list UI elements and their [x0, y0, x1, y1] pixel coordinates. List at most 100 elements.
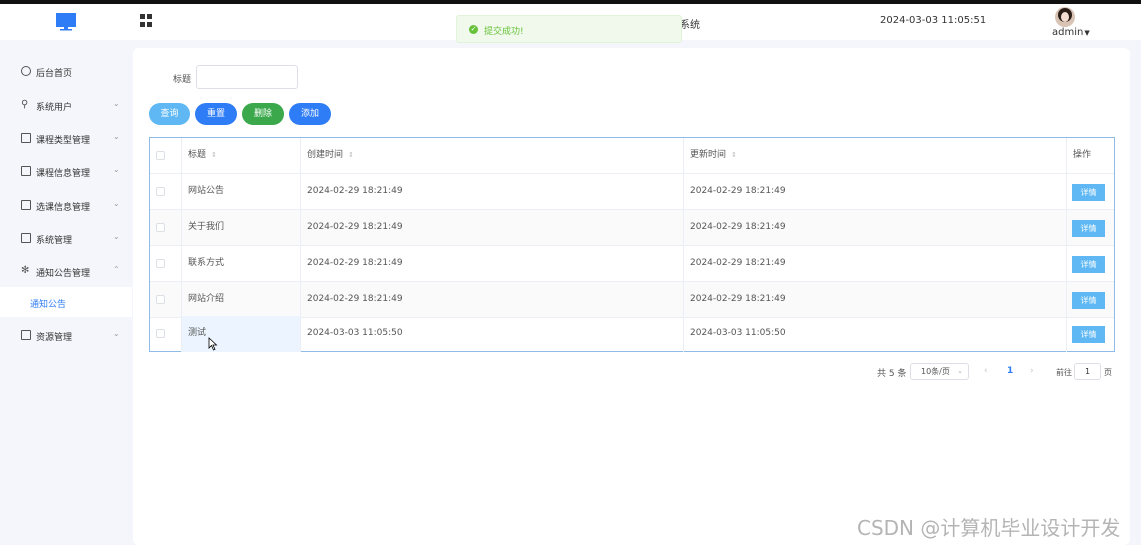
title-filter-label: 标题 [173, 75, 192, 85]
card-icon [21, 133, 31, 143]
user-icon: ⚲ [21, 99, 29, 110]
query-button[interactable]: 查询 [149, 103, 190, 125]
reset-button[interactable]: 重置 [195, 103, 237, 125]
sidebar-item-label: 课程信息管理 [36, 169, 91, 179]
check-circle-icon: ✓ [469, 25, 478, 34]
table-row[interactable]: 网站介绍 2024-02-29 18:21:49 2024-02-29 18:2… [150, 282, 1114, 318]
chevron-down-icon: ⌄ [113, 329, 120, 338]
detail-button[interactable]: 详情 [1072, 184, 1105, 201]
select-all-checkbox[interactable] [156, 151, 165, 160]
delete-button[interactable]: 删除 [242, 103, 284, 125]
system-title: 系统 [680, 20, 700, 31]
sidebar-subitem-announcement[interactable]: 通知公告 [0, 287, 132, 317]
cell-title: 网站公告 [182, 174, 301, 209]
announcement-table: 标题 ⇕ 创建时间 ⇕ 更新时间 ⇕ 操作 网站公告 2024-02-29 18:21… [149, 137, 1115, 352]
row-select-cell [150, 316, 182, 352]
chevron-down-icon: ⌄ [113, 165, 120, 174]
user-menu[interactable]: admin▼ [1052, 27, 1090, 38]
page-number-current[interactable]: 1 [1007, 366, 1013, 376]
column-header-updated[interactable]: 更新时间 ⇕ [684, 138, 1067, 173]
success-toast: ✓ 提交成功! [456, 15, 682, 43]
row-checkbox[interactable] [156, 259, 165, 268]
sort-icon[interactable]: ⇕ [211, 151, 217, 159]
sidebar-item-system-management[interactable]: 系统管理 ⌄ [0, 222, 132, 255]
cell-updated: 2024-03-03 11:05:50 [684, 316, 1067, 352]
cell-created: 2024-03-03 11:05:50 [301, 316, 684, 352]
username-label: admin [1052, 27, 1084, 38]
page-size-select[interactable]: 10条/页 ⌄ [910, 363, 969, 380]
row-checkbox[interactable] [156, 295, 165, 304]
next-page-icon[interactable]: › [1030, 366, 1034, 376]
pagination-total: 共 5 条 [877, 369, 907, 379]
clock-icon [21, 66, 31, 76]
chevron-down-icon: ⌄ [113, 132, 120, 141]
column-header-action: 操作 [1073, 150, 1092, 160]
table-row[interactable]: 联系方式 2024-02-29 18:21:49 2024-02-29 18:2… [150, 246, 1114, 282]
goto-unit-label: 页 [1104, 368, 1112, 377]
sidebar-item-resources[interactable]: 资源管理 ⌄ [0, 319, 132, 352]
sort-icon[interactable]: ⇕ [731, 151, 737, 159]
sidebar: 后台首页 ⚲ 系统用户 ⌄ 课程类型管理 ⌄ 课程信息管理 ⌄ 选课信息管理 ⌄… [0, 40, 132, 545]
mouse-cursor-icon [208, 337, 218, 351]
table-row[interactable]: 关于我们 2024-02-29 18:21:49 2024-02-29 18:2… [150, 210, 1114, 246]
row-checkbox[interactable] [156, 329, 165, 338]
stamp-icon [21, 330, 31, 340]
cell-created: 2024-02-29 18:21:49 [301, 246, 684, 281]
sort-icon[interactable]: ⇕ [348, 151, 354, 159]
goto-page-input[interactable]: 1 [1074, 363, 1101, 380]
sidebar-item-announcements[interactable]: ✻ 通知公告管理 ⌃ [0, 255, 132, 288]
sidebar-item-label: 通知公告管理 [36, 269, 91, 279]
row-checkbox[interactable] [156, 187, 165, 196]
sidebar-item-dashboard[interactable]: 后台首页 [0, 55, 132, 88]
sidebar-item-enrollment[interactable]: 选课信息管理 ⌄ [0, 189, 132, 222]
column-header-label: 更新时间 [690, 150, 727, 160]
sidebar-item-system-users[interactable]: ⚲ 系统用户 ⌄ [0, 89, 132, 122]
row-select-cell [150, 246, 182, 281]
detail-button[interactable]: 详情 [1072, 292, 1105, 309]
row-select-cell [150, 210, 182, 245]
sidebar-item-label: 选课信息管理 [36, 203, 91, 213]
column-header-created[interactable]: 创建时间 ⇕ [301, 138, 684, 173]
cell-created: 2024-02-29 18:21:49 [301, 174, 684, 209]
column-header-title[interactable]: 标题 ⇕ [182, 138, 301, 173]
title-filter-input[interactable] [196, 65, 298, 89]
cell-updated: 2024-02-29 18:21:49 [684, 174, 1067, 209]
toast-message: 提交成功! [484, 27, 524, 37]
chevron-down-icon: ⌄ [957, 367, 963, 375]
add-button[interactable]: 添加 [289, 103, 331, 125]
cell-created: 2024-02-29 18:21:49 [301, 282, 684, 317]
detail-button[interactable]: 详情 [1072, 256, 1105, 273]
avatar[interactable] [1055, 7, 1075, 27]
sidebar-item-label: 课程类型管理 [36, 136, 91, 146]
folder-icon [21, 233, 31, 243]
goto-label: 前往 [1056, 368, 1072, 377]
detail-button[interactable]: 详情 [1072, 326, 1105, 343]
sidebar-item-course-info[interactable]: 课程信息管理 ⌄ [0, 155, 132, 188]
table-row[interactable]: 网站公告 2024-02-29 18:21:49 2024-02-29 18:2… [150, 174, 1114, 210]
table-row[interactable]: 测试 2024-03-03 11:05:50 2024-03-03 11:05:… [150, 316, 1114, 352]
sidebar-item-label: 资源管理 [36, 333, 73, 343]
cell-title: 联系方式 [182, 246, 301, 281]
column-header-label: 标题 [188, 150, 207, 160]
column-header-label: 创建时间 [307, 150, 344, 160]
cell-title: 网站介绍 [182, 282, 301, 317]
chevron-down-icon: ⌄ [113, 232, 120, 241]
row-select-cell [150, 282, 182, 317]
row-checkbox[interactable] [156, 223, 165, 232]
card-icon [21, 166, 31, 176]
monitor-icon[interactable] [56, 12, 76, 32]
loading-icon: ✻ [21, 265, 30, 276]
row-select-cell [150, 174, 182, 209]
sidebar-item-course-types[interactable]: 课程类型管理 ⌄ [0, 122, 132, 155]
sidebar-item-label: 系统管理 [36, 236, 73, 246]
page-size-value: 10条/页 [921, 367, 950, 376]
chevron-down-icon: ⌄ [113, 99, 120, 108]
select-all-cell [150, 138, 182, 173]
chevron-up-icon: ⌃ [113, 265, 120, 274]
sidebar-item-label: 后台首页 [36, 69, 73, 79]
caret-down-icon: ▼ [1084, 29, 1090, 37]
detail-button[interactable]: 详情 [1072, 220, 1105, 237]
table-header-row: 标题 ⇕ 创建时间 ⇕ 更新时间 ⇕ 操作 [150, 138, 1114, 174]
grid-icon[interactable] [140, 14, 153, 27]
prev-page-icon[interactable]: ‹ [984, 366, 988, 376]
